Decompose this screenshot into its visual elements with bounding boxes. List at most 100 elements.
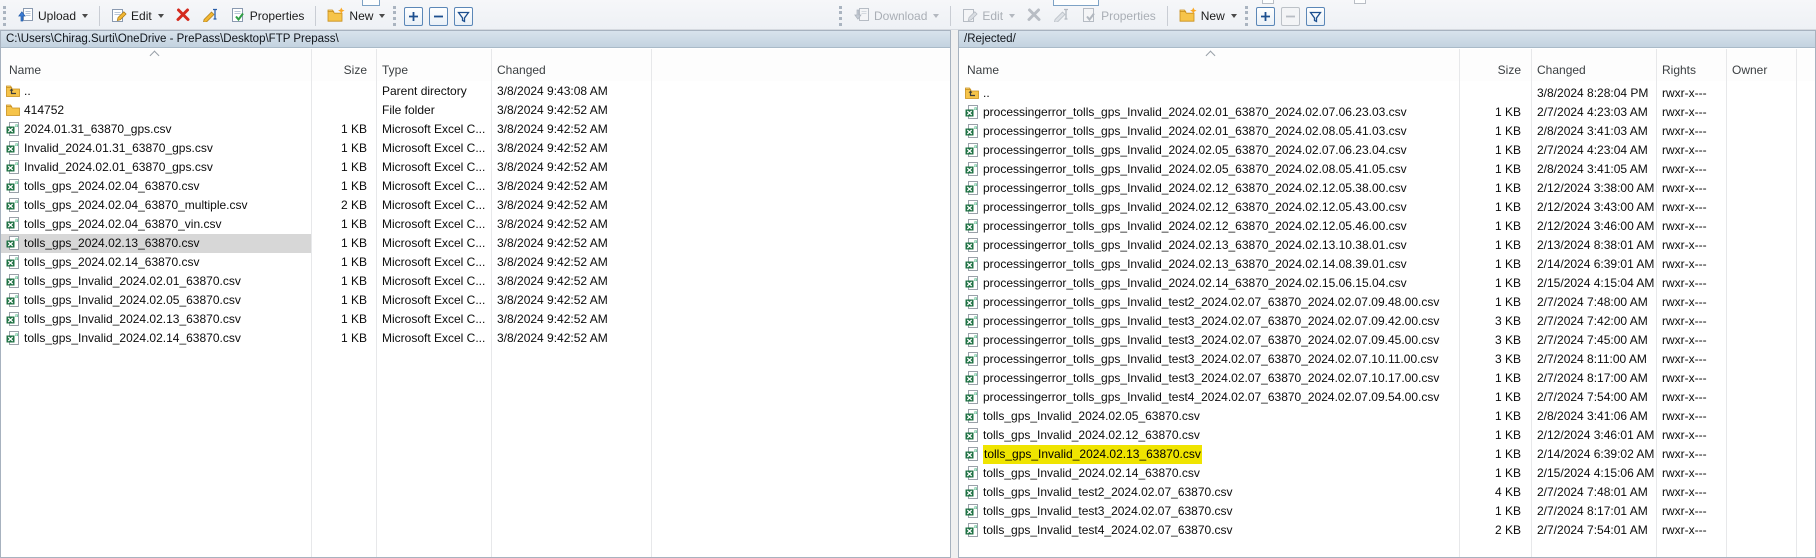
select-plus-button[interactable] (1256, 7, 1275, 26)
chevron-down-icon (933, 14, 939, 18)
toolbar-grip[interactable] (1245, 6, 1249, 26)
excel-file-icon: a (6, 217, 20, 234)
file-row[interactable]: aprocessingerror_tolls_gps_Invalid_2024.… (959, 236, 1815, 255)
file-owner (1732, 369, 1812, 388)
pane-splitter[interactable] (951, 30, 958, 558)
file-owner (1732, 255, 1812, 274)
toolbar-grip[interactable] (3, 6, 7, 26)
properties-label: Properties (250, 9, 305, 23)
file-row[interactable]: aprocessingerror_tolls_gps_Invalid_2024.… (959, 179, 1815, 198)
delete-button[interactable] (171, 6, 195, 27)
excel-file-icon: a (965, 409, 979, 426)
file-changed: 2/7/2024 8:11:00 AM (1537, 350, 1655, 369)
file-row[interactable]: aprocessingerror_tolls_gps_Invalid_test2… (959, 293, 1815, 312)
column-header-name[interactable]: Name (9, 63, 41, 77)
file-row[interactable]: aprocessingerror_tolls_gps_Invalid_2024.… (959, 141, 1815, 160)
file-row[interactable]: aprocessingerror_tolls_gps_Invalid_2024.… (959, 198, 1815, 217)
new-button[interactable]: New (322, 5, 390, 27)
edit-label: Edit (131, 9, 152, 23)
remote-column-header: Name Size Changed Rights Owner (959, 49, 1815, 81)
column-header-type[interactable]: Type (382, 63, 408, 77)
file-row[interactable]: aprocessingerror_tolls_gps_Invalid_test3… (959, 312, 1815, 331)
file-changed: 2/12/2024 3:46:01 AM (1537, 426, 1655, 445)
clipped-control-fragment (1354, 0, 1366, 4)
file-row[interactable]: aprocessingerror_tolls_gps_Invalid_test3… (959, 369, 1815, 388)
file-row[interactable]: aprocessingerror_tolls_gps_Invalid_test3… (959, 350, 1815, 369)
file-size: 1 KB (1421, 103, 1521, 122)
edit-button[interactable]: Edit (106, 5, 169, 28)
file-size (269, 101, 367, 120)
file-row[interactable]: aprocessingerror_tolls_gps_Invalid_test3… (959, 331, 1815, 350)
file-row[interactable]: atolls_gps_Invalid_2024.02.14_63870.csv1… (959, 464, 1815, 483)
toolbar-grip[interactable] (839, 6, 843, 26)
excel-file-icon: a (965, 504, 979, 521)
remote-path-bar[interactable]: /Rejected/ (959, 31, 1815, 48)
upload-button[interactable]: Upload (12, 5, 93, 28)
file-size: 1 KB (1421, 179, 1521, 198)
file-row[interactable]: aprocessingerror_tolls_gps_Invalid_2024.… (959, 274, 1815, 293)
file-rights: rwxr-x--- (1662, 293, 1724, 312)
file-row[interactable]: aInvalid_2024.02.01_63870_gps.csv1 KBMic… (1, 158, 950, 177)
file-row[interactable]: aprocessingerror_tolls_gps_Invalid_2024.… (959, 160, 1815, 179)
select-minus-button[interactable] (429, 7, 448, 26)
file-rights: rwxr-x--- (1662, 426, 1724, 445)
download-icon (853, 7, 870, 26)
file-row[interactable]: aprocessingerror_tolls_gps_Invalid_test4… (959, 388, 1815, 407)
toolbar-separator (99, 6, 100, 26)
file-changed: 2/7/2024 8:17:01 AM (1537, 502, 1655, 521)
upload-label: Upload (38, 9, 76, 23)
file-type: Microsoft Excel C... (382, 329, 488, 348)
file-row[interactable]: atolls_gps_Invalid_2024.02.01_63870.csv1… (1, 272, 950, 291)
new-button[interactable]: New (1174, 5, 1242, 27)
file-row[interactable]: ..Parent directory3/8/2024 9:43:08 AM (1, 82, 950, 101)
file-row[interactable]: atolls_gps_Invalid_2024.02.14_63870.csv1… (1, 329, 950, 348)
file-row[interactable]: atolls_gps_2024.02.04_63870_multiple.csv… (1, 196, 950, 215)
file-name: processingerror_tolls_gps_Invalid_2024.0… (983, 179, 1407, 198)
file-changed: 3/8/2024 9:42:52 AM (497, 310, 647, 329)
file-changed: 3/8/2024 9:42:52 AM (497, 215, 647, 234)
toolbar-grip[interactable] (393, 6, 397, 26)
rename-button[interactable] (197, 5, 223, 27)
file-row[interactable]: aprocessingerror_tolls_gps_Invalid_2024.… (959, 103, 1815, 122)
delete-icon (1027, 8, 1041, 25)
column-header-changed[interactable]: Changed (1537, 63, 1586, 77)
file-row[interactable]: atolls_gps_Invalid_test2_2024.02.07_6387… (959, 483, 1815, 502)
file-row[interactable]: atolls_gps_2024.02.04_63870_vin.csv1 KBM… (1, 215, 950, 234)
file-row[interactable]: atolls_gps_Invalid_test4_2024.02.07_6387… (959, 521, 1815, 540)
column-header-rights[interactable]: Rights (1662, 63, 1696, 77)
file-row[interactable]: aInvalid_2024.01.31_63870_gps.csv1 KBMic… (1, 139, 950, 158)
file-row[interactable]: ..3/8/2024 8:28:04 PMrwxr-x--- (959, 84, 1815, 103)
excel-file-icon: a (965, 314, 979, 331)
local-path-bar[interactable]: C:\Users\Chirag.Surti\OneDrive - PrePass… (1, 31, 950, 48)
file-row[interactable]: aprocessingerror_tolls_gps_Invalid_2024.… (959, 217, 1815, 236)
file-row[interactable]: atolls_gps_2024.02.14_63870.csv1 KBMicro… (1, 253, 950, 272)
column-header-owner[interactable]: Owner (1732, 63, 1767, 77)
properties-button[interactable]: Properties (225, 5, 310, 28)
file-changed: 2/7/2024 4:23:03 AM (1537, 103, 1655, 122)
file-row[interactable]: atolls_gps_2024.02.04_63870.csv1 KBMicro… (1, 177, 950, 196)
file-row[interactable]: atolls_gps_Invalid_2024.02.13_63870.csv1… (959, 445, 1815, 464)
file-row[interactable]: atolls_gps_Invalid_2024.02.05_63870.csv1… (959, 407, 1815, 426)
file-row[interactable]: atolls_gps_Invalid_2024.02.13_63870.csv1… (1, 310, 950, 329)
file-changed: 2/7/2024 7:54:01 AM (1537, 521, 1655, 540)
file-row[interactable]: atolls_gps_Invalid_2024.02.12_63870.csv1… (959, 426, 1815, 445)
file-row[interactable]: 414752File folder3/8/2024 9:42:52 AM (1, 101, 950, 120)
select-plus-button[interactable] (404, 7, 423, 26)
filter-button[interactable] (1306, 7, 1325, 26)
file-type: Microsoft Excel C... (382, 158, 488, 177)
column-header-name[interactable]: Name (967, 63, 999, 77)
file-rights: rwxr-x--- (1662, 274, 1724, 293)
column-header-size[interactable]: Size (1421, 63, 1521, 77)
column-header-size[interactable]: Size (271, 63, 367, 77)
file-name: processingerror_tolls_gps_Invalid_2024.0… (983, 217, 1407, 236)
file-row[interactable]: aprocessingerror_tolls_gps_Invalid_2024.… (959, 122, 1815, 141)
file-size: 1 KB (269, 158, 367, 177)
file-changed: 3/8/2024 9:42:52 AM (497, 158, 647, 177)
file-row[interactable]: atolls_gps_2024.02.13_63870.csv1 KBMicro… (1, 234, 950, 253)
column-header-changed[interactable]: Changed (497, 63, 546, 77)
file-row[interactable]: a2024.01.31_63870_gps.csv1 KBMicrosoft E… (1, 120, 950, 139)
file-row[interactable]: atolls_gps_Invalid_2024.02.05_63870.csv1… (1, 291, 950, 310)
filter-button[interactable] (454, 7, 473, 26)
file-row[interactable]: atolls_gps_Invalid_test3_2024.02.07_6387… (959, 502, 1815, 521)
file-row[interactable]: aprocessingerror_tolls_gps_Invalid_2024.… (959, 255, 1815, 274)
